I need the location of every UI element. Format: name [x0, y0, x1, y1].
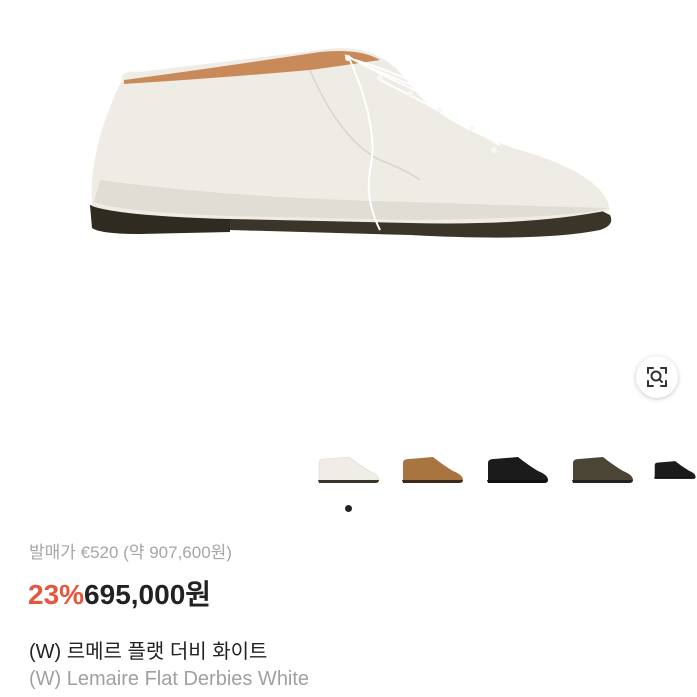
page-indicator-dot — [345, 505, 352, 512]
shoe-thumbnail-image — [487, 457, 548, 483]
thumbnail-black[interactable] — [482, 440, 552, 500]
product-title-english: (W) Lemaire Flat Derbies White — [29, 668, 310, 690]
image-search-button[interactable] — [636, 356, 678, 398]
shoe-thumbnail-image — [654, 461, 696, 479]
shoe-thumbnail-image — [572, 457, 633, 483]
product-image-area[interactable] — [0, 0, 697, 512]
thumbnail-white[interactable] — [313, 440, 383, 500]
sale-price: 695,000원 — [84, 579, 212, 610]
shoe-thumbnail-image — [318, 456, 380, 483]
thumbnail-strip — [0, 440, 697, 500]
release-price: 발매가 €520 (약 907,600원) — [29, 543, 232, 562]
price-row: 23%695,000원 — [28, 573, 211, 613]
thumbnail-black-2[interactable] — [652, 440, 697, 500]
image-search-icon — [647, 367, 667, 387]
thumbnail-tan[interactable] — [397, 440, 467, 500]
main-product-image — [90, 48, 612, 238]
product-title-korean: (W) 르메르 플랫 더비 화이트 — [29, 641, 268, 663]
thumbnail-olive[interactable] — [567, 440, 637, 500]
discount-rate: 23% — [28, 579, 85, 610]
shoe-thumbnail-image — [402, 457, 463, 483]
